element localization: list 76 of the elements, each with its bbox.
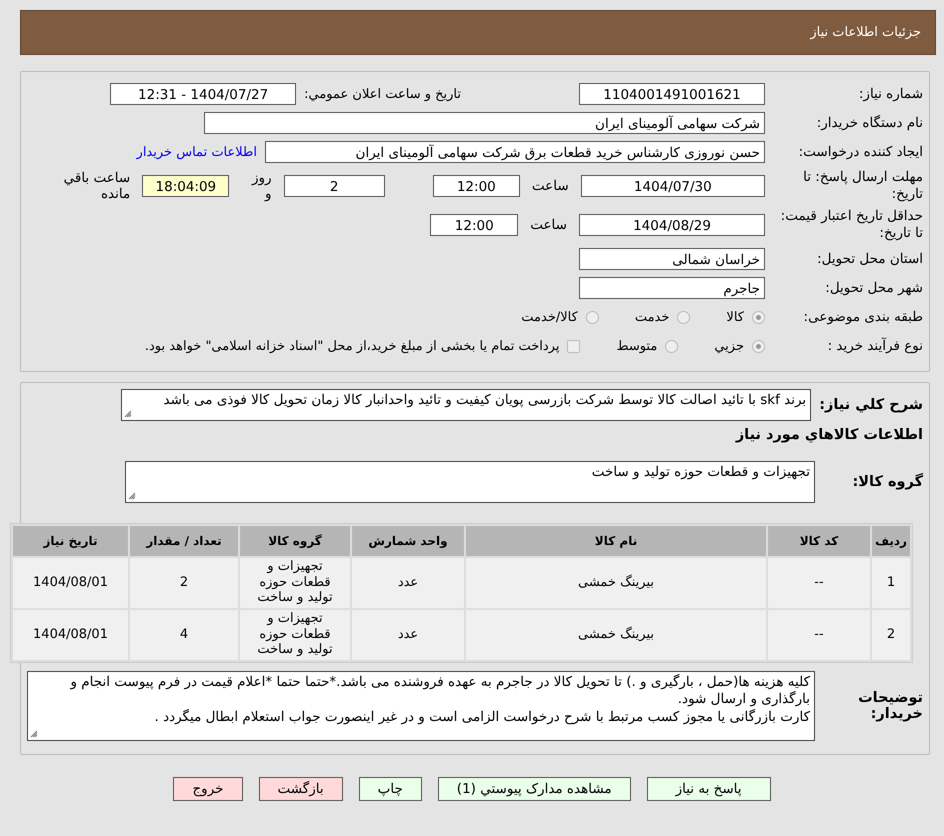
table-cell: -- — [768, 610, 870, 660]
buyer-name-field[interactable]: شرکت سهامی آلومینای ایران — [204, 112, 765, 134]
need-number-field[interactable]: 1104001491001621 — [579, 83, 765, 105]
table-cell: 1404/08/01 — [13, 610, 128, 660]
field-label: حداقل تاریخ اعتبار قیمت: تا تاریخ: — [780, 208, 923, 242]
city-field[interactable]: جاجرم — [579, 277, 765, 299]
table-cell: بیرینگ خمشی — [466, 558, 766, 608]
field-label: شرح کلي نياز: — [819, 396, 923, 413]
field-label: ساعت باقي مانده — [62, 170, 132, 202]
column-header: واحد شمارش — [352, 526, 464, 556]
field-label: طبقه بندی موضوعی: — [802, 308, 923, 326]
table-cell: 2 — [130, 558, 238, 608]
option-label: کالا/خدمت — [521, 310, 578, 324]
table-cell: تجهیزات و قطعات حوزه تولید و ساخت — [240, 558, 350, 608]
field-label: مهلت ارسال پاسخ: تا تاریخ: — [802, 169, 923, 203]
action-button[interactable]: مشاهده مدارک پیوستي (1) — [438, 777, 631, 802]
field-label: شماره نیاز: — [858, 86, 923, 102]
radio-button[interactable] — [677, 310, 690, 324]
option-label: خدمت — [634, 310, 670, 324]
option-label: متوسط — [616, 338, 658, 354]
deadline-time-field[interactable]: 12:00 — [432, 175, 520, 197]
field-label: توضیحات خریدار: — [857, 690, 923, 722]
action-button[interactable]: بازگشت — [258, 777, 343, 802]
resize-grip-icon[interactable] — [124, 410, 132, 418]
column-header: کد کالا — [768, 526, 870, 556]
province-field[interactable]: خراسان شمالی — [579, 248, 765, 270]
action-button[interactable]: خروج — [173, 777, 242, 802]
table-cell: تجهیزات و قطعات حوزه تولید و ساخت — [240, 610, 350, 660]
field-label: شهر محل تحویل: — [824, 280, 923, 296]
action-button[interactable]: چاپ — [358, 777, 422, 802]
column-header: نام کالا — [466, 526, 766, 556]
field-label: ساعت — [530, 178, 570, 194]
field-label: گروه کالا: — [851, 474, 923, 490]
field-label: تاریخ و ساعت اعلان عمومي: — [304, 86, 461, 102]
radio-button[interactable] — [752, 340, 765, 352]
section-title: اطلاعات کالاهاي مورد نياز — [734, 426, 923, 443]
field-label: ساعت — [529, 217, 568, 233]
radio-button[interactable] — [752, 310, 765, 324]
table-cell: عدد — [352, 610, 464, 660]
table-cell: 1 — [872, 558, 910, 608]
option-label: جزيي — [714, 338, 744, 354]
days-field[interactable]: 2 — [284, 175, 385, 197]
resize-grip-icon[interactable] — [30, 730, 38, 738]
field-label: نام دستگاه خریدار: — [816, 114, 923, 132]
announce-date-field[interactable]: 1404/07/27 - 12:31 — [110, 83, 296, 105]
radio-button[interactable] — [586, 310, 599, 324]
option-label: کالا — [726, 310, 744, 324]
column-header: تاریخ نیاز — [13, 526, 128, 556]
resize-grip-icon[interactable] — [128, 492, 136, 500]
field-label: استان محل تحویل: — [816, 250, 923, 268]
buyer-contact-link[interactable]: اطلاعات تماس خریدار — [136, 144, 257, 160]
column-header: ردیف — [872, 526, 910, 556]
table-cell: عدد — [352, 558, 464, 608]
checkbox[interactable] — [567, 340, 580, 352]
table-cell: -- — [768, 558, 870, 608]
buyer-notes-field[interactable]: کلیه هزینه ها(حمل ، بارگیری و .) تا تحویل کالا در جاجرم به عهده فروشنده می باشد.*حتما حتما *اعلام قیمت در فرم پیوست انجام و بارگذاری و ارسال شود. کارت بازرگانی یا مجوز کسب مرتبط با شرح درخواست الزامی است و در غیر اینصورت جواب استعلام ابطال میگردد . — [27, 670, 815, 742]
radio-button[interactable] — [665, 340, 678, 352]
column-header: گروه کالا — [240, 526, 350, 556]
validity-date-field[interactable]: 1404/08/29 — [579, 214, 765, 236]
page-title: جزئیات اطلاعات نیاز — [810, 25, 921, 40]
action-button[interactable]: پاسخ به نیاز — [646, 777, 771, 802]
validity-time-field[interactable]: 12:00 — [430, 214, 518, 236]
table-cell: 4 — [130, 610, 238, 660]
field-label: ایجاد کننده درخواست: — [798, 144, 923, 160]
column-header: تعداد / مقدار — [130, 526, 238, 556]
table-cell: بیرینگ خمشی — [466, 610, 766, 660]
requester-field[interactable]: حسن نوروزی کارشناس خرید قطعات برق شرکت سهامی آلومینای ایران — [265, 141, 765, 163]
table-cell: 1404/08/01 — [13, 558, 128, 608]
table-cell: 2 — [872, 610, 910, 660]
remaining-time-field: 18:04:09 — [142, 175, 230, 197]
deadline-date-field[interactable]: 1404/07/30 — [580, 175, 765, 197]
goods-group-field[interactable]: تجهیزات و قطعات حوزه تولید و ساخت — [125, 460, 815, 503]
description-field[interactable]: برند skf با تائید اصالت کالا توسط شرکت بازرسی پویان کیفیت و تائید واحدانبار کالا زمان تحویل کالا فوذی می باشد — [121, 389, 812, 421]
option-label: پرداخت تمام یا بخشی از مبلغ خرید،از محل "اسناد خزانه اسلامی" خواهد بود. — [144, 338, 560, 354]
field-label: نوع فرآیند خرید : — [826, 338, 923, 354]
field-label: روز و — [250, 170, 273, 202]
